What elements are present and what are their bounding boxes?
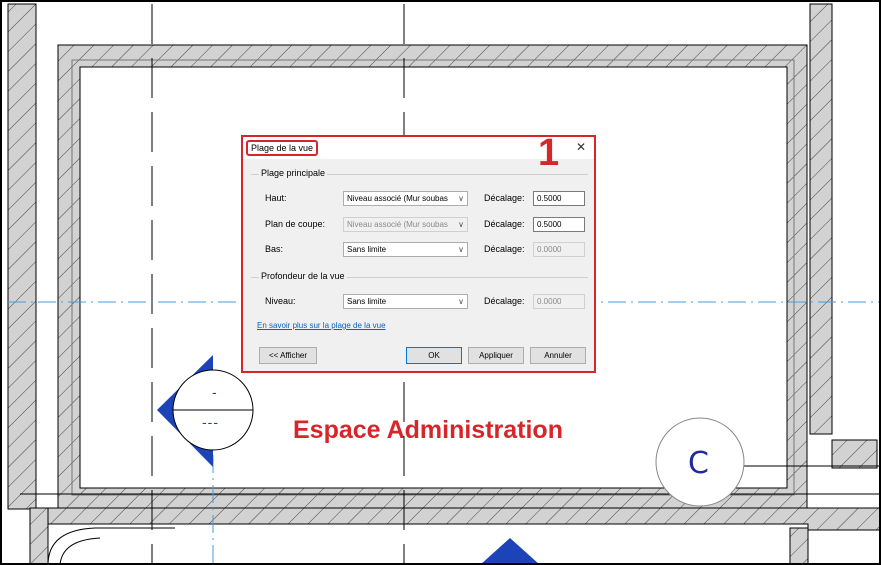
elevation-tag-bottom: --- <box>202 414 219 430</box>
cut-plane-label: Plan de coupe: <box>265 219 326 229</box>
cut-plane-offset-input[interactable]: 0.5000 <box>533 217 585 232</box>
view-range-dialog: Plage de la vue ✕ 1 Plage principale Hau… <box>241 132 596 373</box>
step-marker: 1 <box>538 132 560 174</box>
help-link[interactable]: En savoir plus sur la plage de la vue <box>257 321 386 330</box>
top-label: Haut: <box>265 193 287 203</box>
revit-plan-view: - --- Espace Administration C Plage de l… <box>0 0 881 565</box>
depth-level-select[interactable]: Sans limite ∨ <box>343 294 468 309</box>
bottom-label: Bas: <box>265 244 284 254</box>
chevron-down-icon: ∨ <box>456 192 464 205</box>
depth-offset-input: 0.0000 <box>533 294 585 309</box>
depth-offset-label: Décalage: <box>484 296 525 306</box>
chevron-down-icon: ∨ <box>456 243 464 256</box>
chevron-down-icon: ∨ <box>456 295 464 308</box>
cancel-button[interactable]: Annuler <box>530 347 586 364</box>
bottom-level-select[interactable]: Sans limite ∨ <box>343 242 468 257</box>
dialog-title: Plage de la vue <box>246 140 319 156</box>
elevation-tag-top: - <box>212 384 217 400</box>
show-button[interactable]: << Afficher <box>259 347 317 364</box>
depth-level-label: Niveau: <box>265 296 296 306</box>
room-name-annotation: Espace Administration <box>293 416 563 444</box>
top-offset-label: Décalage: <box>484 193 525 203</box>
grid-bubble-label: C <box>688 446 709 481</box>
primary-range-legend: Plage principale <box>259 168 328 178</box>
close-icon[interactable]: ✕ <box>574 140 588 154</box>
chevron-down-icon: ∨ <box>456 218 464 231</box>
view-depth-group: Profondeur de la vue Niveau: Sans limite… <box>251 271 588 313</box>
bottom-offset-input: 0.0000 <box>533 242 585 257</box>
top-offset-input[interactable]: 0.5000 <box>533 191 585 206</box>
cut-plane-level-select: Niveau associé (Mur soubas ∨ <box>343 217 468 232</box>
primary-range-group: Plage principale Haut: Niveau associé (M… <box>251 168 588 260</box>
apply-button[interactable]: Appliquer <box>468 347 524 364</box>
cut-plane-offset-label: Décalage: <box>484 219 525 229</box>
top-level-select[interactable]: Niveau associé (Mur soubas ∨ <box>343 191 468 206</box>
bottom-offset-label: Décalage: <box>484 244 525 254</box>
view-depth-legend: Profondeur de la vue <box>259 271 347 281</box>
ok-button[interactable]: OK <box>406 347 462 364</box>
